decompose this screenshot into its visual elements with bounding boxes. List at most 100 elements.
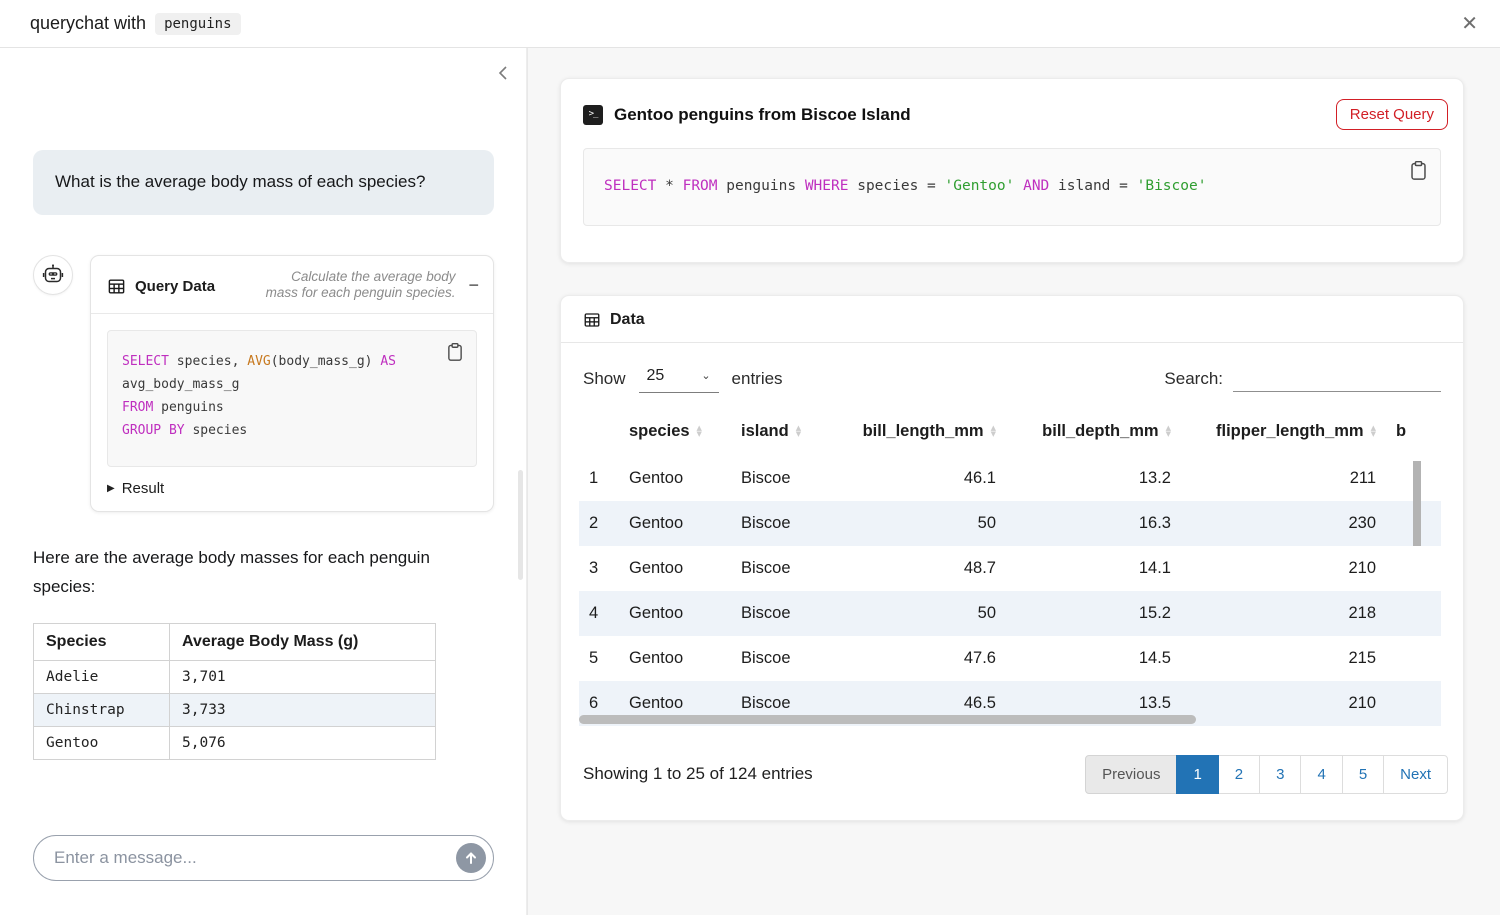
chevron-left-icon [496, 64, 510, 82]
table-cell: 210 [1181, 546, 1386, 591]
content-area: What is the average body mass of each sp… [0, 48, 1500, 915]
column-header-flipper_length_mm[interactable]: flipper_length_mm▲▼ [1181, 409, 1386, 456]
page-button-previous[interactable]: Previous [1085, 755, 1177, 794]
species-mass-col-header: Species [34, 624, 170, 661]
app-window: querychat with penguins ✕ What is the av… [0, 0, 1500, 916]
table-row: 4GentooBiscoe5015.2218 [579, 591, 1441, 636]
chat-panel: What is the average body mass of each sp… [0, 48, 527, 915]
data-card: Data Show 25 ⌄ entries Search: [560, 295, 1464, 821]
sort-icon: ▲▼ [697, 425, 702, 438]
column-header-bill_depth_mm[interactable]: bill_depth_mm▲▼ [1006, 409, 1181, 456]
page-button-5[interactable]: 5 [1342, 755, 1384, 794]
data-table-body: 1GentooBiscoe46.113.22112GentooBiscoe501… [579, 456, 1441, 733]
close-icon[interactable]: ✕ [1461, 14, 1478, 34]
table-cell [1386, 546, 1441, 591]
bot-avatar [33, 255, 73, 295]
result-toggle[interactable]: ▶ Result [107, 480, 164, 497]
column-header-island[interactable]: island▲▼ [731, 409, 841, 456]
table-cell: Biscoe [731, 546, 841, 591]
table-controls: Show 25 ⌄ entries Search: [561, 343, 1463, 397]
collapse-tool-card-button[interactable]: − [468, 275, 479, 296]
page-button-1[interactable]: 1 [1176, 755, 1218, 794]
data-table-head: species▲▼island▲▼bill_length_mm▲▼bill_de… [579, 409, 1441, 456]
table-cell: 50 [841, 591, 1006, 636]
table-cell [1386, 636, 1441, 681]
result-toggle-label: Result [122, 480, 165, 497]
sql-code-chat: SELECT species, AVG(body_mass_g) AS avg_… [122, 351, 462, 442]
app-title-text: querychat with [30, 13, 146, 34]
collapse-sidebar-button[interactable] [494, 62, 512, 87]
tool-card-title: Query Data [107, 277, 215, 296]
search-input[interactable] [1233, 366, 1441, 392]
page-size-value: 25 [647, 367, 665, 385]
table-cell: 47.6 [841, 636, 1006, 681]
page-button-2[interactable]: 2 [1218, 755, 1260, 794]
table-cell: 211 [1181, 456, 1386, 501]
query-title: Gentoo penguins from Biscoe Island [614, 105, 911, 125]
copy-query-button[interactable] [1407, 158, 1430, 186]
table-row: 3GentooBiscoe48.714.1210 [579, 546, 1441, 591]
table-cell: Biscoe [731, 726, 841, 733]
page-button-4[interactable]: 4 [1300, 755, 1342, 794]
table-row: Chinstrap3,733 [34, 694, 436, 727]
sort-icon: ▲▼ [1371, 425, 1376, 438]
table-cell: 230 [1181, 501, 1386, 546]
sort-icon: ▲▼ [1166, 425, 1171, 438]
message-input-row [33, 835, 494, 881]
robot-icon [41, 263, 65, 287]
table-icon [107, 277, 126, 296]
assistant-turn: Query Data Calculate the average body ma… [33, 255, 494, 513]
terminal-icon: >_ [583, 105, 603, 125]
sql-code-block-chat: SELECT species, AVG(body_mass_g) AS avg_… [107, 330, 477, 467]
entries-status: Showing 1 to 25 of 124 entries [583, 764, 813, 784]
table-cell: 4 [579, 591, 619, 636]
arrow-up-icon [464, 851, 478, 865]
page-button-next[interactable]: Next [1383, 755, 1448, 794]
collapse-row [33, 62, 512, 88]
tool-card-body: SELECT species, AVG(body_mass_g) AS avg_… [91, 313, 493, 511]
table-cell: 3,733 [170, 694, 436, 727]
page-size-control: Show 25 ⌄ entries [583, 365, 783, 393]
panel-resize-handle[interactable] [527, 48, 528, 915]
table-cell: 50 [841, 501, 1006, 546]
column-header-bill_length_mm[interactable]: bill_length_mm▲▼ [841, 409, 1006, 456]
vertical-scrollbar[interactable] [1413, 461, 1421, 546]
search-label: Search: [1164, 369, 1223, 389]
show-label: Show [583, 369, 626, 389]
horizontal-scrollbar[interactable] [579, 715, 1196, 724]
table-cell: 215 [1181, 636, 1386, 681]
tool-card-header: Query Data Calculate the average body ma… [91, 256, 493, 314]
column-header-row-number [579, 409, 619, 456]
send-button[interactable] [456, 843, 486, 873]
tool-card-title-text: Query Data [135, 278, 215, 295]
column-header-species[interactable]: species▲▼ [619, 409, 731, 456]
table-row: 2GentooBiscoe5016.3230 [579, 501, 1441, 546]
table-cell: Gentoo [619, 591, 731, 636]
search-control: Search: [1164, 366, 1441, 392]
app-title: querychat with penguins [30, 13, 241, 35]
sql-code-main: SELECT * FROM penguins WHERE species = '… [604, 176, 1420, 198]
species-mass-table: SpeciesAverage Body Mass (g) Adelie3,701… [33, 623, 436, 760]
entries-label: entries [732, 369, 783, 389]
table-row: 7GentooBiscoe45.414.6211 [579, 726, 1441, 733]
table-cell: 1 [579, 456, 619, 501]
table-row: 5GentooBiscoe47.614.5215 [579, 636, 1441, 681]
page-button-3[interactable]: 3 [1259, 755, 1301, 794]
table-cell: 14.6 [1006, 726, 1181, 733]
table-cell: Gentoo [34, 727, 170, 760]
table-cell: 211 [1181, 726, 1386, 733]
table-cell: 7 [579, 726, 619, 733]
table-icon [583, 311, 601, 329]
table-cell: Biscoe [731, 636, 841, 681]
message-input[interactable] [33, 835, 494, 881]
copy-code-button[interactable] [444, 340, 466, 367]
reset-query-button[interactable]: Reset Query [1336, 99, 1448, 130]
page-size-select[interactable]: 25 ⌄ [639, 365, 719, 393]
table-cell: 218 [1181, 591, 1386, 636]
table-cell: 45.4 [841, 726, 1006, 733]
table-row: 1GentooBiscoe46.113.2211 [579, 456, 1441, 501]
table-cell: 14.5 [1006, 636, 1181, 681]
resize-grip[interactable] [518, 470, 523, 580]
data-card-footer: Showing 1 to 25 of 124 entries Previous1… [561, 733, 1463, 820]
table-cell: 5 [579, 636, 619, 681]
